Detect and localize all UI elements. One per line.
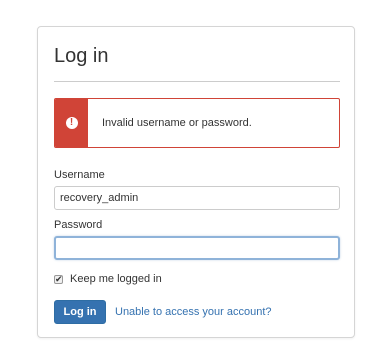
page-title: Log in [54,45,109,67]
login-card: Log in ! Invalid username or password. U… [37,26,355,338]
login-button[interactable]: Log in [54,300,106,324]
account-help-link[interactable]: Unable to access your account? [115,306,272,318]
alert-icon-box: ! [55,99,88,147]
alert-message: Invalid username or password. [102,117,252,129]
username-label: Username [54,169,105,181]
password-field[interactable] [54,236,340,260]
remember-me[interactable]: ✔ Keep me logged in [54,273,162,285]
password-label: Password [54,219,103,231]
remember-checkbox[interactable]: ✔ [54,273,63,284]
username-field[interactable] [54,186,340,210]
error-icon: ! [65,117,78,129]
remember-label: Keep me logged in [70,273,162,285]
title-divider [54,81,340,82]
error-alert: ! Invalid username or password. [54,98,340,148]
checkmark-icon: ✔ [55,273,63,284]
